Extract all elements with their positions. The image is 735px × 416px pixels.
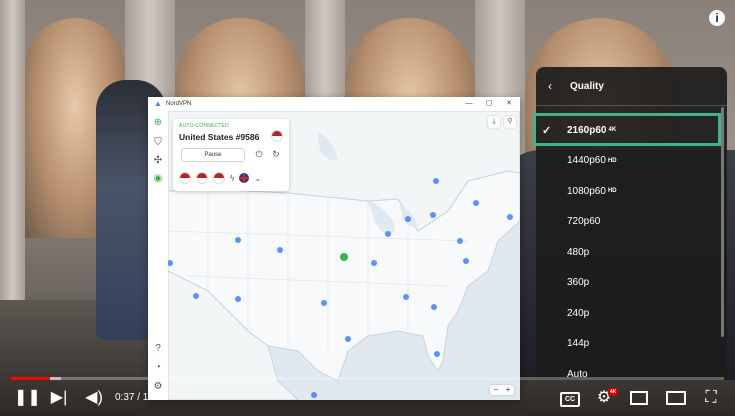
connection-card: AUTO-CONNECTED United States #9586 Pause… — [173, 119, 289, 191]
fullscreen-icon[interactable]: ⛶ — [700, 388, 722, 408]
help-icon[interactable]: ? — [152, 343, 164, 355]
connected-server: United States #9586 — [179, 132, 260, 142]
nordvpn-app-title: NordVPN — [166, 101, 192, 107]
connection-status: AUTO-CONNECTED — [179, 123, 229, 129]
quality-option[interactable]: 720p60 — [536, 207, 727, 237]
download-icon[interactable]: ⤓ — [488, 116, 500, 128]
quality-option-label: 480p — [567, 246, 590, 258]
played-bar — [11, 377, 51, 380]
quality-badge: HD — [607, 157, 617, 164]
zoom-out-button[interactable]: − — [490, 385, 502, 395]
shield-icon[interactable]: ⛉ — [152, 137, 164, 149]
close-icon[interactable]: ✕ — [502, 97, 516, 111]
quality-option-label: 720p60 — [567, 216, 601, 227]
recent-connections: ϟ ⌄ — [179, 172, 261, 184]
selected-quality-highlight — [533, 113, 721, 146]
uk-flag-icon[interactable] — [239, 173, 250, 183]
nordvpn-sidebar: ⊕ ⛉ ✣ ◉ ? ◔ ⚙ — [148, 111, 169, 400]
maximize-icon[interactable]: ▢ — [482, 97, 496, 111]
quality-option[interactable]: 1440p60 HD — [536, 146, 727, 176]
us-flag-icon — [271, 130, 283, 142]
notification-bell-icon[interactable]: ⚲ — [504, 116, 516, 128]
next-icon[interactable]: ▶| — [48, 388, 70, 408]
notifications-icon[interactable]: ◔ — [152, 362, 164, 374]
volume-icon[interactable]: ◀) — [83, 388, 105, 408]
pause-button[interactable]: Pause — [181, 148, 245, 162]
quality-menu-header[interactable]: ‹ Quality — [536, 67, 727, 106]
info-icon[interactable]: i — [709, 10, 725, 26]
quality-option-label: 144p — [567, 338, 590, 349]
nordvpn-titlebar: ▲ NordVPN — ▢ ✕ — [148, 97, 520, 111]
reconnect-icon[interactable]: ↻ — [270, 148, 282, 160]
miniplayer-icon[interactable] — [630, 391, 648, 405]
recent-us-flag-icon[interactable] — [196, 172, 208, 184]
settings-quality-badge: 4K — [608, 388, 619, 396]
quality-option[interactable]: 360p — [536, 268, 727, 298]
quality-option-label: 360p — [567, 277, 590, 288]
disconnect-power-icon[interactable]: ⏻ — [253, 148, 265, 160]
quality-option[interactable]: 480p — [536, 237, 727, 267]
quality-badge: HD — [607, 188, 617, 194]
subtitles-button[interactable]: CC — [560, 392, 580, 407]
quality-option-label: 1440p60 — [567, 155, 606, 166]
progress-bar[interactable] — [11, 377, 724, 380]
pause-icon[interactable]: ❚❚ — [14, 388, 41, 408]
recent-us-flag-icon[interactable] — [213, 172, 225, 184]
map-zoom-controls: − + — [490, 385, 514, 395]
nordvpn-logo-icon: ▲ — [154, 99, 162, 108]
building-pillar — [0, 0, 25, 300]
recent-us-flag-icon[interactable] — [179, 172, 191, 184]
globe-icon[interactable]: ⊕ — [152, 117, 164, 129]
meshnet-icon[interactable]: ✣ — [152, 155, 164, 167]
quality-option[interactable]: 144p — [536, 329, 727, 359]
back-arrow-icon[interactable]: ‹ — [548, 79, 562, 93]
quality-option-label: 240p — [567, 307, 590, 319]
quality-menu-title: Quality — [570, 80, 604, 92]
quality-option-label: 1080p60 — [567, 185, 606, 197]
chevron-down-icon[interactable]: ⌄ — [254, 174, 261, 183]
zoom-in-button[interactable]: + — [502, 385, 514, 395]
nordvpn-window: ▲ NordVPN — ▢ ✕ ⊕ ⛉ ✣ ◉ ? ◔ ⚙ ⤓ ⚲ − + AU… — [148, 97, 520, 400]
time-display: 0:37 / 1 — [115, 392, 149, 403]
lightning-icon[interactable]: ϟ — [230, 174, 234, 183]
minimize-icon[interactable]: — — [462, 97, 476, 111]
quality-option[interactable]: 1080p60 HD — [536, 176, 727, 206]
settings-icon[interactable]: ⚙ — [152, 381, 164, 393]
specialty-icon[interactable]: ◉ — [152, 173, 164, 185]
scrollbar[interactable] — [721, 107, 724, 337]
quality-option[interactable]: Auto — [536, 359, 727, 389]
quality-option[interactable]: 240p — [536, 298, 727, 328]
theater-mode-icon[interactable] — [666, 391, 686, 405]
